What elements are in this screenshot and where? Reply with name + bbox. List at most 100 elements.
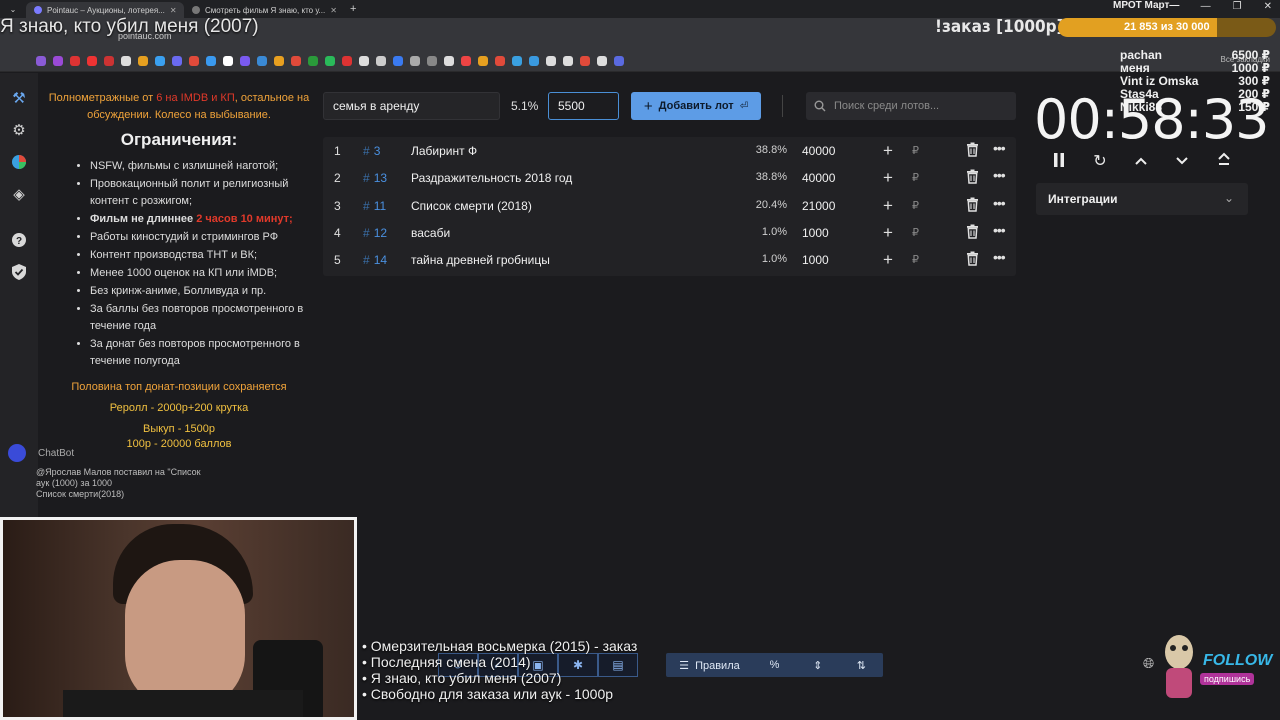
lot-id-link[interactable]: #13 bbox=[363, 171, 387, 185]
globe-icon[interactable]: 🌐︎ bbox=[1143, 655, 1154, 672]
tab-menu-icon[interactable]: ⌄ bbox=[0, 5, 26, 14]
bookmark-icon[interactable] bbox=[104, 55, 114, 66]
bookmark-icon[interactable] bbox=[376, 55, 386, 66]
lot-id-link[interactable]: #11 bbox=[363, 199, 386, 213]
hockey-mask-mascot bbox=[1165, 635, 1193, 698]
lot-row[interactable]: 4 васаби 1.0% 1000 ₽ #12 + ••• bbox=[323, 219, 1016, 246]
lot-name[interactable]: Лабиринт Ф bbox=[411, 144, 477, 158]
lot-id-link[interactable]: #3 bbox=[363, 144, 380, 158]
close-window-icon[interactable]: ✕ bbox=[1264, 1, 1272, 12]
add-amount-icon[interactable]: + bbox=[883, 196, 893, 216]
bookmark-icon[interactable] bbox=[206, 55, 216, 66]
add-amount-icon[interactable]: + bbox=[883, 168, 893, 188]
bookmark-icon[interactable] bbox=[529, 55, 539, 66]
lot-name[interactable]: Список смерти (2018) bbox=[411, 199, 532, 213]
add-amount-icon[interactable]: + bbox=[883, 250, 893, 270]
trash-icon[interactable] bbox=[966, 142, 980, 158]
bookmark-icon[interactable] bbox=[512, 55, 522, 66]
bookmark-icon[interactable] bbox=[308, 55, 318, 66]
donor-amount: 6500 ₽ bbox=[1231, 48, 1270, 62]
bookmark-icon[interactable] bbox=[597, 55, 607, 66]
shield-icon[interactable] bbox=[10, 264, 28, 282]
lot-id-link[interactable]: #12 bbox=[363, 226, 387, 240]
lot-position: 1 bbox=[334, 144, 341, 158]
bookmark-icon[interactable] bbox=[155, 55, 165, 66]
rules-button[interactable]: ☰ Правила bbox=[666, 659, 753, 672]
chevron-down-icon[interactable] bbox=[1172, 152, 1192, 172]
trash-icon[interactable] bbox=[966, 224, 980, 240]
bookmark-icon[interactable] bbox=[274, 55, 284, 66]
bookmark-icon[interactable] bbox=[461, 55, 471, 66]
bookmark-icon[interactable] bbox=[563, 55, 573, 66]
bookmark-icon[interactable] bbox=[189, 55, 199, 66]
bookmark-icon[interactable] bbox=[342, 55, 352, 66]
add-lot-button[interactable]: + Добавить лот ⏎ bbox=[631, 92, 761, 120]
lot-row[interactable]: 1 Лабиринт Ф 38.8% 40000 ₽ #3 + ••• bbox=[323, 137, 1016, 164]
lot-name[interactable]: Раздражительность 2018 год bbox=[411, 171, 572, 185]
lot-name[interactable]: тайна древней гробницы bbox=[411, 253, 550, 267]
add-amount-icon[interactable]: + bbox=[883, 141, 893, 161]
gavel-icon[interactable]: ⚒ bbox=[10, 90, 28, 108]
close-tab-icon[interactable]: ✕ bbox=[170, 6, 177, 15]
bookmark-icon[interactable] bbox=[291, 55, 301, 66]
bookmark-icon[interactable] bbox=[87, 55, 97, 66]
bookmark-icon[interactable] bbox=[478, 55, 488, 66]
gear-icon[interactable]: ⚙ bbox=[10, 122, 28, 140]
bookmark-icon[interactable] bbox=[495, 55, 505, 66]
split-icon[interactable]: ⇕ bbox=[796, 659, 839, 672]
pause-icon[interactable] bbox=[1049, 152, 1069, 172]
trash-icon[interactable] bbox=[966, 251, 980, 267]
more-icon[interactable]: ••• bbox=[993, 249, 1006, 265]
bookmark-icon[interactable] bbox=[257, 55, 267, 66]
close-tab-icon[interactable]: ✕ bbox=[330, 6, 337, 15]
percent-toggle-icon[interactable]: % bbox=[753, 659, 796, 671]
restart-icon[interactable]: ↻ bbox=[1090, 152, 1110, 172]
bookmark-icon[interactable] bbox=[121, 55, 131, 66]
follow-banner[interactable]: FOLLOW bbox=[1203, 652, 1272, 670]
bookmark-icon[interactable] bbox=[410, 55, 420, 66]
lot-row[interactable]: 2 Раздражительность 2018 год 38.8% 40000 ₽ #1… bbox=[323, 164, 1016, 191]
bookmark-icon[interactable] bbox=[546, 55, 556, 66]
bookmark-icon[interactable] bbox=[172, 55, 182, 66]
bookmark-icon[interactable] bbox=[580, 55, 590, 66]
chevron-up-icon[interactable] bbox=[1131, 152, 1151, 172]
minimize-icon[interactable]: — bbox=[1201, 1, 1211, 12]
pie-chart-icon[interactable] bbox=[10, 154, 28, 172]
lot-row[interactable]: 3 Список смерти (2018) 20.4% 21000 ₽ #11 + ••• bbox=[323, 192, 1016, 219]
bookmark-icon[interactable] bbox=[138, 55, 148, 66]
integrations-accordion[interactable]: Интеграции ⌄ bbox=[1036, 183, 1248, 215]
bookmark-icon[interactable] bbox=[393, 55, 403, 66]
more-icon[interactable]: ••• bbox=[993, 195, 1006, 211]
sort-icon[interactable]: ⇅ bbox=[840, 659, 883, 672]
add-amount-icon[interactable]: + bbox=[883, 223, 893, 243]
more-icon[interactable]: ••• bbox=[993, 222, 1006, 238]
bookmark-icon[interactable] bbox=[223, 55, 233, 66]
bookmark-icon[interactable] bbox=[427, 55, 437, 66]
more-icon[interactable]: ••• bbox=[993, 140, 1006, 156]
lot-amount-input[interactable] bbox=[548, 92, 619, 120]
bookmark-icon[interactable] bbox=[614, 55, 624, 66]
lot-name[interactable]: васаби bbox=[411, 226, 450, 240]
bookmark-icon[interactable] bbox=[53, 55, 63, 66]
more-icon[interactable]: ••• bbox=[993, 167, 1006, 183]
svg-text:?: ? bbox=[16, 236, 22, 247]
bookmark-icon[interactable] bbox=[359, 55, 369, 66]
search-lots-input[interactable]: Поиск среди лотов... bbox=[806, 92, 1016, 120]
bookmark-icon[interactable] bbox=[444, 55, 454, 66]
subscribe-banner[interactable]: подпишись bbox=[1200, 673, 1255, 685]
maximize-icon[interactable]: ❐ bbox=[1233, 1, 1242, 12]
lot-id-link[interactable]: #14 bbox=[363, 253, 387, 267]
bookmark-icon[interactable] bbox=[70, 55, 80, 66]
trash-icon[interactable] bbox=[966, 197, 980, 213]
bookmark-icon[interactable] bbox=[36, 55, 46, 66]
new-tab-icon[interactable]: + bbox=[350, 3, 356, 15]
bookmark-icon[interactable] bbox=[325, 55, 335, 66]
help-icon[interactable]: ? bbox=[10, 232, 28, 250]
trash-icon[interactable] bbox=[966, 169, 980, 185]
pointauc-favicon-icon bbox=[34, 6, 42, 14]
collapse-icon[interactable] bbox=[1214, 152, 1234, 172]
layers-icon[interactable]: ◈ bbox=[10, 186, 28, 204]
bookmark-icon[interactable] bbox=[240, 55, 250, 66]
lot-row[interactable]: 5 тайна древней гробницы 1.0% 1000 ₽ #14 + ••• bbox=[323, 246, 1016, 273]
lot-name-input[interactable] bbox=[323, 92, 500, 120]
